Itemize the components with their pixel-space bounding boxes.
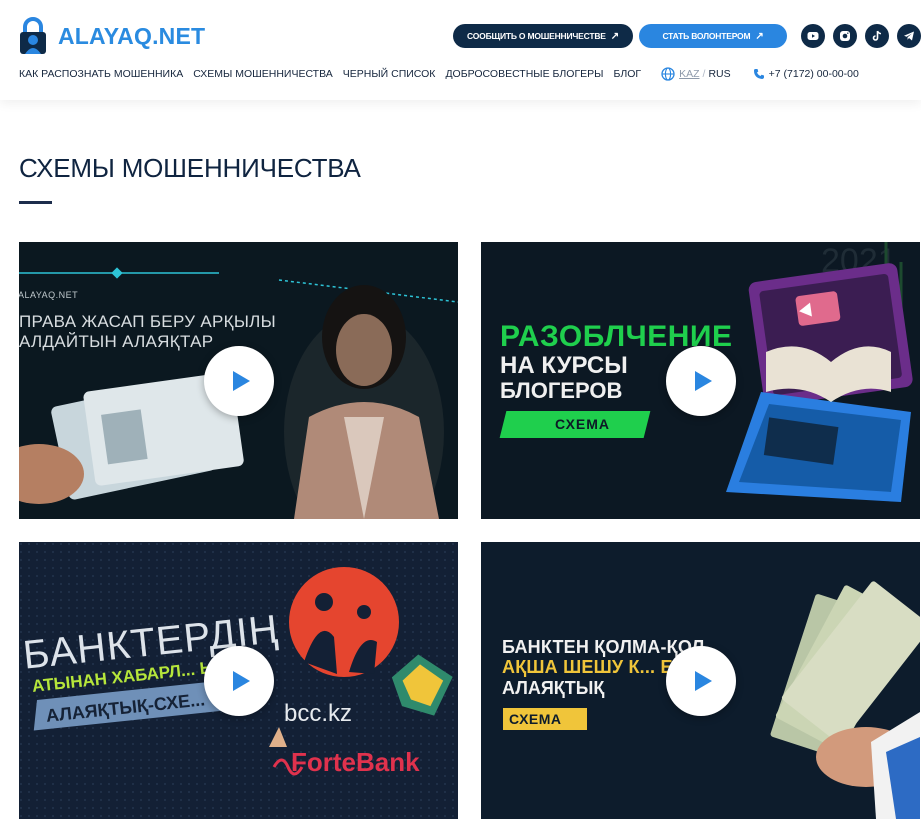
arrow-up-right-icon: ↗ (755, 30, 764, 42)
site-header: ALAYAQ.NET СООБЩИТЬ О МОШЕННИЧЕСТВЕ ↗ СТ… (0, 0, 921, 100)
play-button[interactable] (203, 645, 274, 716)
lang-separator: / (702, 68, 706, 80)
nav-item-fraud-schemes[interactable]: СХЕМЫ МОШЕННИЧЕСТВА (193, 68, 333, 80)
play-icon (232, 670, 250, 691)
play-button[interactable] (203, 345, 274, 416)
become-volunteer-label: СТАТЬ ВОЛОНТЕРОМ (662, 31, 751, 41)
card-title-line3: АЛАЯҚТЫҚ (502, 678, 605, 698)
nav-item-blacklist[interactable]: ЧЕРНЫЙ СПИСОК (343, 68, 436, 80)
card-title-line2: АЛДАЙТЫН АЛАЯҚТАР (19, 332, 214, 351)
instagram-icon[interactable] (833, 24, 857, 48)
padlock-logo-icon (20, 17, 46, 54)
card-title-line1: БАНКТЕН ҚОЛМА-ҚОЛ (502, 637, 705, 657)
scheme-badge: СХЕМА (509, 711, 562, 727)
telegram-icon[interactable] (897, 24, 921, 48)
tiktok-icon[interactable] (865, 24, 889, 48)
play-icon (694, 670, 712, 691)
title-underline (19, 201, 52, 204)
language-switcher: KAZ / RUS (661, 67, 731, 81)
phone-icon (753, 69, 764, 79)
play-button[interactable] (665, 345, 736, 416)
phone-link[interactable]: +7 (7172) 00-00-00 (753, 68, 859, 80)
become-volunteer-button[interactable]: СТАТЬ ВОЛОНТЕРОМ ↗ (639, 24, 787, 48)
video-card-driver-license-scam[interactable]: ALAYAQ.NET ПРАВА ЖАСАП БЕРУ АРҚЫЛЫ АЛДАЙ… (19, 242, 458, 519)
lang-kaz-link[interactable]: KAZ (679, 68, 699, 80)
card-brand: ALAYAQ.NET (19, 290, 79, 300)
card-title-line3: БЛОГЕРОВ (500, 378, 623, 403)
report-fraud-label: СООБЩИТЬ О МОШЕННИЧЕСТВЕ (467, 31, 606, 41)
arrow-up-right-icon: ↗ (610, 30, 619, 42)
nav-item-how-to-recognize[interactable]: КАК РАСПОЗНАТЬ МОШЕННИКА (19, 68, 183, 80)
video-card-cash-withdrawal-scam[interactable]: БАНКТЕН ҚОЛМА-ҚОЛ АҚША ШЕШУ К... ЕГІ АЛА… (481, 542, 920, 819)
nav-item-blog[interactable]: БЛОГ (613, 68, 641, 80)
play-icon (694, 370, 712, 391)
card-title-line2: АҚША ШЕШУ К... ЕГІ (502, 657, 689, 677)
lang-rus-link[interactable]: RUS (708, 68, 730, 80)
play-button[interactable] (665, 645, 736, 716)
page-title: СХЕМЫ МОШЕННИЧЕСТВА (19, 153, 361, 183)
report-fraud-button[interactable]: СООБЩИТЬ О МОШЕННИЧЕСТВЕ ↗ (453, 24, 633, 48)
scheme-badge: СХЕМА (555, 416, 611, 432)
play-icon (232, 370, 250, 391)
video-card-bank-calls-scam[interactable]: БАНКТЕРДІҢ АТЫНАН ХАБАРЛ... ЫН АЛАЯҚТЫҚ-… (19, 542, 458, 819)
site-logo[interactable]: ALAYAQ.NET (18, 16, 205, 56)
globe-icon (661, 67, 675, 81)
phone-number: +7 (7172) 00-00-00 (768, 68, 859, 80)
card-title-line2: НА КУРСЫ (500, 352, 628, 379)
youtube-icon[interactable] (801, 24, 825, 48)
video-card-blogger-courses[interactable]: 2021 РАЗОБЛЧЕНИЕ НА КУРСЫ БЛОГЕРОВ СХЕМА (481, 242, 920, 519)
card-title-line1: ПРАВА ЖАСАП БЕРУ АРҚЫЛЫ (19, 312, 276, 331)
logo-text: ALAYAQ.NET (58, 22, 206, 49)
nav-item-trusted-bloggers[interactable]: ДОБРОСОВЕСТНЫЕ БЛОГЕРЫ (445, 68, 603, 80)
header-actions: СООБЩИТЬ О МОШЕННИЧЕСТВЕ ↗ СТАТЬ ВОЛОНТЕ… (453, 24, 921, 48)
main-nav: КАК РАСПОЗНАТЬ МОШЕННИКА СХЕМЫ МОШЕННИЧЕ… (19, 67, 859, 81)
bcc-logo-text: bcc.kz (284, 700, 353, 727)
fortebank-logo-text: ForteBank (291, 747, 420, 777)
